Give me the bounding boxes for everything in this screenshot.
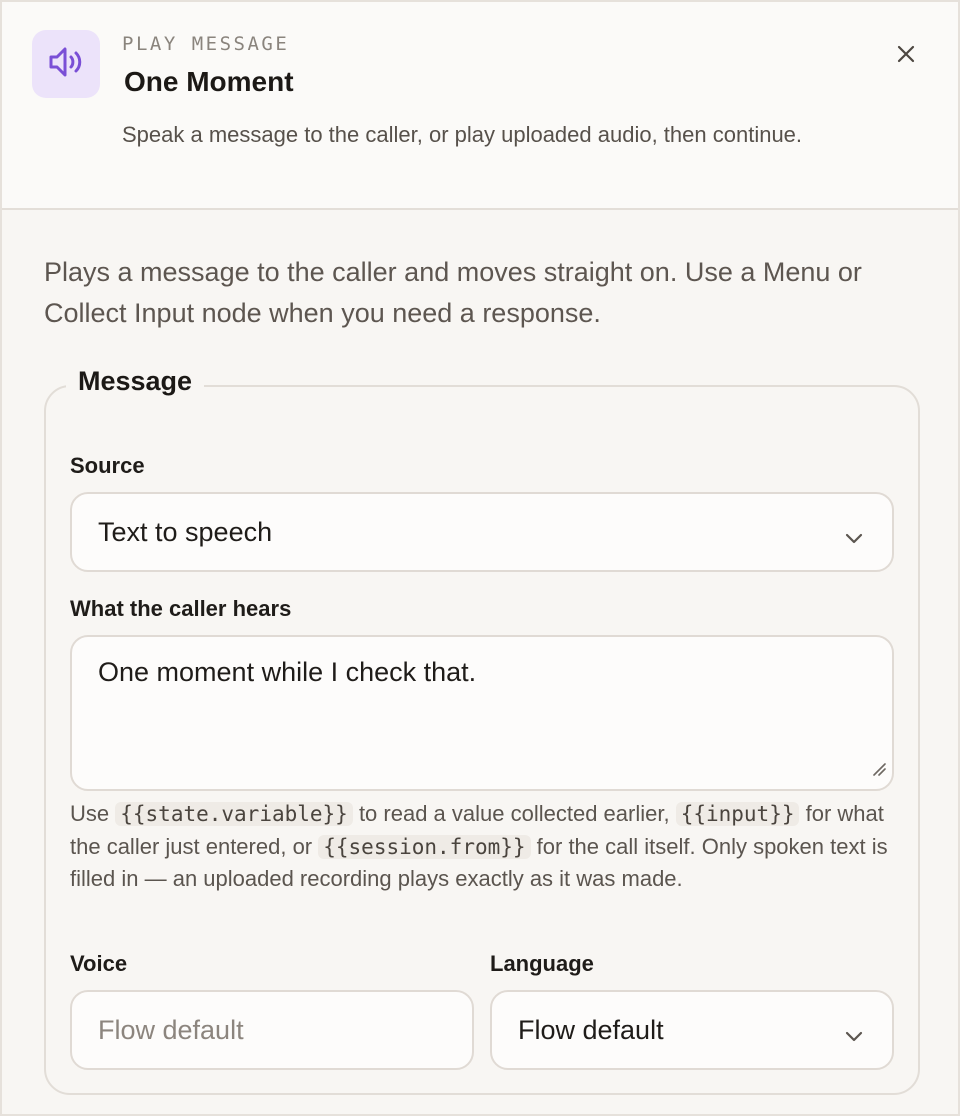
play-message-panel: PLAY MESSAGE One Moment Speak a message … [0, 0, 960, 1116]
resize-handle-icon[interactable] [872, 752, 886, 783]
voice-input[interactable]: Flow default [70, 990, 474, 1070]
node-description: Speak a message to the caller, or play u… [122, 122, 803, 147]
input-variable-code: {{input}} [675, 802, 800, 826]
message-textarea-value: One moment while I check that. [98, 657, 477, 687]
caller-hears-label: What the caller hears [70, 596, 292, 621]
language-label: Language [490, 951, 594, 976]
source-select[interactable]: Text to speech [70, 492, 894, 572]
speaker-icon [46, 42, 86, 87]
node-title: One Moment [124, 66, 294, 97]
panel-header: PLAY MESSAGE One Moment Speak a message … [2, 2, 958, 210]
chevron-down-icon [844, 523, 864, 554]
close-icon [895, 43, 917, 70]
node-type-label: PLAY MESSAGE [122, 33, 290, 55]
node-type-icon-tile [32, 30, 100, 98]
message-legend: Message [66, 366, 205, 397]
voice-label: Voice [70, 951, 128, 976]
intro-text: Plays a message to the caller and moves … [44, 257, 862, 328]
message-textarea[interactable]: One moment while I check that. [70, 635, 894, 791]
variable-help-text: Use {{state.variable}} to read a value c… [70, 801, 888, 891]
language-select-value: Flow default [518, 1014, 664, 1045]
session-from-code: {{session.from}} [318, 834, 531, 859]
voice-input-placeholder: Flow default [98, 1014, 244, 1045]
chevron-down-icon [844, 1021, 864, 1052]
source-select-value: Text to speech [98, 516, 273, 547]
close-button[interactable] [886, 36, 926, 76]
state-variable-code: {{state.variable}} [115, 802, 353, 826]
source-label: Source [70, 453, 145, 478]
language-select[interactable]: Flow default [490, 990, 894, 1070]
